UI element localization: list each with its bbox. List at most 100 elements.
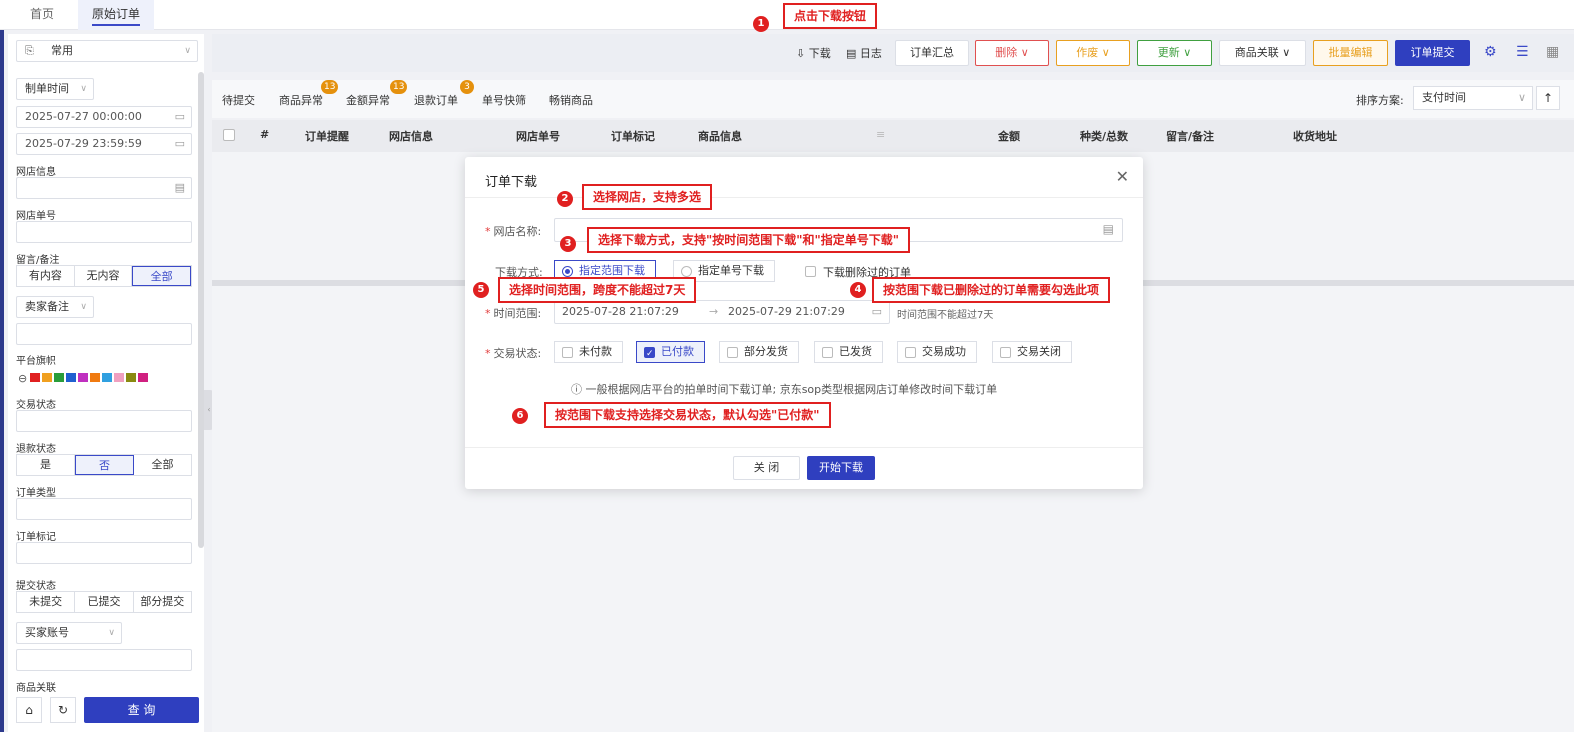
shop-label: 网店信息	[16, 167, 56, 178]
tab-home[interactable]: 首页	[16, 0, 68, 30]
delete-button[interactable]: 删除 ∨	[975, 40, 1049, 66]
list-icon: ▤	[1102, 222, 1114, 236]
refund-yes[interactable]: 是	[17, 455, 75, 475]
batch-edit-button[interactable]: 批量编辑	[1313, 40, 1388, 66]
refund-no[interactable]: 否	[75, 455, 134, 475]
seller-memo-input[interactable]	[16, 323, 192, 345]
submit-partial[interactable]: 部分提交	[134, 592, 191, 612]
tab-refund-orders[interactable]: 退款订单	[414, 92, 458, 108]
void-button[interactable]: 作废 ∨	[1056, 40, 1130, 66]
flag-icon[interactable]	[54, 373, 65, 382]
date-start-input[interactable]: 2025-07-27 00:00:00 ▭	[16, 106, 192, 128]
order-type-input[interactable]	[16, 498, 192, 520]
preset-select[interactable]: ⎘ 常用 ∨	[16, 40, 198, 62]
flag-icon[interactable]	[30, 373, 41, 382]
badge-refund-orders: 3	[460, 80, 474, 94]
status-unpaid[interactable]: 未付款	[554, 341, 623, 363]
preset-icon: ⎘	[25, 44, 34, 57]
close-button[interactable]: 关 闭	[733, 456, 800, 480]
date-end-value: 2025-07-29 23:59:59	[25, 137, 142, 150]
order-no-label: 网店单号	[16, 211, 56, 222]
log-button[interactable]: ▤ 日志	[846, 45, 882, 61]
buyer-account-input[interactable]	[16, 649, 192, 671]
tab-amount-exception[interactable]: 金额异常	[346, 92, 390, 108]
close-icon[interactable]: ✕	[1116, 167, 1129, 186]
radio-range-label: 指定范围下载	[579, 264, 645, 277]
annotation-number: 6	[512, 408, 528, 424]
status-shipped[interactable]: 已发货	[814, 341, 883, 363]
start-download-button[interactable]: 开始下载	[807, 456, 875, 480]
tab-raw-orders-label: 原始订单	[92, 7, 141, 26]
status-partial-shipped[interactable]: 部分发货	[719, 341, 799, 363]
tab-best-sellers[interactable]: 畅销商品	[549, 92, 593, 108]
flag-icon[interactable]	[90, 373, 101, 382]
trade-status-label: 交易状态	[16, 400, 56, 411]
status-paid[interactable]: 已付款	[636, 341, 705, 364]
order-no-input[interactable]	[16, 221, 192, 243]
memo-segment: 有内容 无内容 全部	[16, 265, 192, 287]
product-link-button-label: 商品关联	[1234, 46, 1279, 59]
order-submit-button[interactable]: 订单提交	[1395, 40, 1470, 66]
flag-label: 平台旗帜	[16, 356, 56, 367]
seller-memo-select[interactable]: 卖家备注 ∨	[16, 296, 94, 318]
select-all-checkbox[interactable]	[223, 129, 235, 141]
download-button[interactable]: ⇩ 下载	[796, 45, 831, 61]
status-shipped-label: 已发货	[839, 345, 872, 358]
flag-icon[interactable]	[138, 373, 149, 382]
annotation-callout: 选择时间范围，跨度不能超过7天	[498, 277, 697, 303]
tab-quick-filter[interactable]: 单号快筛	[482, 92, 526, 108]
update-button[interactable]: 更新 ∨	[1137, 40, 1212, 66]
flag-icon[interactable]	[114, 373, 125, 382]
date-type-select[interactable]: 制单时间 ∨	[16, 78, 94, 100]
no-flag-icon[interactable]: ⊖	[18, 372, 27, 385]
flag-icon[interactable]	[42, 373, 53, 382]
list-view-icon[interactable]: ☰	[1516, 44, 1529, 60]
status-closed[interactable]: 交易关闭	[992, 341, 1072, 363]
footer-divider	[465, 447, 1143, 448]
order-summary-button[interactable]: 订单汇总	[895, 40, 969, 66]
tab-pending-submit[interactable]: 待提交	[222, 92, 255, 108]
sort-value: 支付时间	[1422, 91, 1466, 104]
refresh-icon[interactable]: ↻	[50, 697, 76, 723]
sidebar-scrollbar[interactable]	[198, 72, 204, 548]
flag-icon[interactable]	[126, 373, 137, 382]
col-amount: 金额	[998, 130, 1020, 143]
date-end-input[interactable]: 2025-07-29 23:59:59 ▭	[16, 133, 192, 155]
shop-input[interactable]: ▤	[16, 177, 192, 199]
trade-status-input[interactable]	[16, 410, 192, 432]
memo-has-content[interactable]: 有内容	[17, 266, 75, 286]
flag-icon[interactable]	[66, 373, 77, 382]
product-link-button[interactable]: 商品关联 ∨	[1219, 40, 1306, 66]
date-start-value: 2025-07-27 00:00:00	[25, 110, 142, 123]
update-label: 更新	[1157, 46, 1180, 59]
submit-yes[interactable]: 已提交	[75, 592, 134, 612]
sort-label: 排序方案:	[1356, 94, 1404, 107]
submit-no[interactable]: 未提交	[17, 592, 76, 612]
order-mark-input[interactable]	[16, 542, 192, 564]
settings-gear-icon[interactable]: ⚙	[1484, 44, 1497, 60]
flag-icon[interactable]	[78, 373, 89, 382]
shop-name-label-text: 网店名称:	[493, 225, 542, 238]
col-reminder: 订单提醒	[305, 130, 349, 143]
tab-product-exception[interactable]: 商品异常	[279, 92, 323, 108]
refund-all[interactable]: 全部	[134, 455, 191, 475]
time-range-picker[interactable]: 2025-07-28 21:07:29 → 2025-07-29 21:07:2…	[554, 300, 890, 324]
column-menu-icon[interactable]: ≡	[876, 128, 885, 141]
memo-no-content[interactable]: 无内容	[75, 266, 133, 286]
query-button[interactable]: 查 询	[84, 697, 199, 723]
buyer-account-select[interactable]: 买家账号 ∨	[16, 622, 122, 644]
card-view-icon[interactable]: ▦	[1546, 44, 1559, 60]
save-scheme-icon[interactable]: ⌂	[16, 697, 42, 723]
checkbox-box	[905, 347, 916, 358]
col-index: #	[260, 128, 270, 141]
refund-segment: 是 否 全部	[16, 454, 192, 476]
status-success[interactable]: 交易成功	[897, 341, 977, 363]
radio-dot	[562, 266, 573, 277]
sort-select[interactable]: 支付时间 ∨	[1413, 86, 1533, 110]
trade-status-label: * 交易状态:	[485, 347, 542, 360]
shop-name-label: * 网店名称:	[485, 225, 542, 238]
memo-all[interactable]: 全部	[132, 266, 192, 286]
tab-raw-orders[interactable]: 原始订单	[78, 0, 155, 30]
sort-direction-icon[interactable]: ↑	[1536, 86, 1560, 110]
flag-icon[interactable]	[102, 373, 113, 382]
